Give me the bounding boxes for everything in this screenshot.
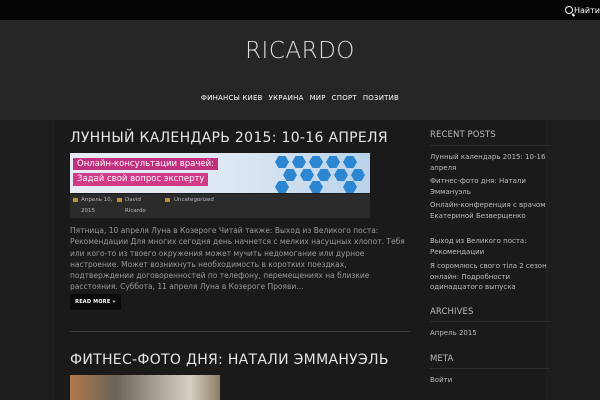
- hex-icon: [292, 156, 306, 168]
- nav-item-positive[interactable]: ПОЗИТИВ: [363, 94, 399, 102]
- hex-icon: [309, 181, 323, 193]
- nav-item-ukraine[interactable]: УКРАИНА: [269, 94, 304, 102]
- top-bar: Найти: [0, 0, 600, 20]
- post-title[interactable]: ФИТНЕС-ФОТО ДНЯ: НАТАЛИ ЭММАНУЭЛЬ: [70, 352, 389, 368]
- main-nav: ФИНАНСЫ КИЕВ УКРАИНА МИР СПОРТ ПОЗИТИВ: [0, 94, 600, 102]
- hex-icon: [351, 169, 365, 181]
- widget-divider: [430, 145, 550, 146]
- site-title[interactable]: RICARDO: [0, 38, 600, 64]
- post-author-line1[interactable]: David: [125, 197, 141, 203]
- login-link[interactable]: Войти: [430, 375, 548, 386]
- banner-subline: Задай свой вопрос эксперту: [73, 173, 209, 186]
- post-meta: Апрель 10, 2015 David Ricardo Uncategori…: [70, 194, 370, 218]
- post-divider: [70, 331, 410, 332]
- tag-icon: [165, 198, 170, 202]
- search-icon: [565, 6, 574, 14]
- recent-post-link[interactable]: Лунный календарь 2015: 10-16 апреля: [430, 152, 548, 173]
- site-header: [0, 20, 600, 120]
- hex-icon: [309, 156, 323, 168]
- hex-icon: [343, 181, 357, 193]
- search-label: Найти: [574, 5, 600, 15]
- post-date-line1: Апрель 10,: [81, 197, 113, 203]
- widget-divider: [430, 368, 550, 369]
- nav-item-world[interactable]: МИР: [310, 94, 326, 102]
- widget-title-archives: ARCHIVES: [430, 307, 474, 317]
- read-more-button[interactable]: READ MORE »: [70, 294, 121, 310]
- search-link[interactable]: Найти: [565, 3, 600, 17]
- hex-icon: [317, 169, 331, 181]
- recent-post-link[interactable]: Онлайн-конференция с врачом Екатериной Б…: [430, 200, 548, 221]
- recent-post-link[interactable]: Выход из Великого поста: Рекомендации: [430, 236, 548, 257]
- post-title[interactable]: ЛУННЫЙ КАЛЕНДАРЬ 2015: 10-16 АПРЕЛЯ: [70, 130, 388, 146]
- post-category[interactable]: Uncategorized: [174, 197, 214, 203]
- recent-post-link[interactable]: Я соромлюсь свого тіла 2 сезон онлайн: П…: [430, 261, 548, 293]
- post-date-line2: 2015: [81, 208, 95, 214]
- hex-icon: [300, 169, 314, 181]
- banner-headline: Онлайн-консультации врачей:: [73, 158, 219, 170]
- user-icon: [117, 198, 122, 202]
- calendar-icon: [73, 198, 78, 202]
- hex-icon: [343, 156, 357, 168]
- nav-item-finance[interactable]: ФИНАНСЫ КИЕВ: [201, 94, 263, 102]
- post-author-line2[interactable]: Ricardo: [125, 208, 146, 214]
- post-excerpt: Пятница, 10 апреля Луна в Козероге Читай…: [70, 226, 405, 292]
- widget-divider: [430, 321, 550, 322]
- nav-item-sport[interactable]: СПОРТ: [332, 94, 357, 102]
- hex-icon: [275, 156, 289, 168]
- ad-banner[interactable]: Онлайн-консультации врачей: Задай свой в…: [70, 153, 370, 193]
- widget-title-recent: RECENT POSTS: [430, 130, 496, 140]
- widget-title-meta: META: [430, 354, 454, 364]
- post-thumbnail[interactable]: [70, 375, 220, 400]
- archive-link[interactable]: Апрель 2015: [430, 328, 548, 339]
- hex-icon: [334, 169, 348, 181]
- hex-icon: [283, 169, 297, 181]
- recent-post-link[interactable]: Фитнес-фото дня: Натали Эммануэль: [430, 176, 548, 197]
- hex-icon: [275, 181, 289, 193]
- hex-icon: [326, 156, 340, 168]
